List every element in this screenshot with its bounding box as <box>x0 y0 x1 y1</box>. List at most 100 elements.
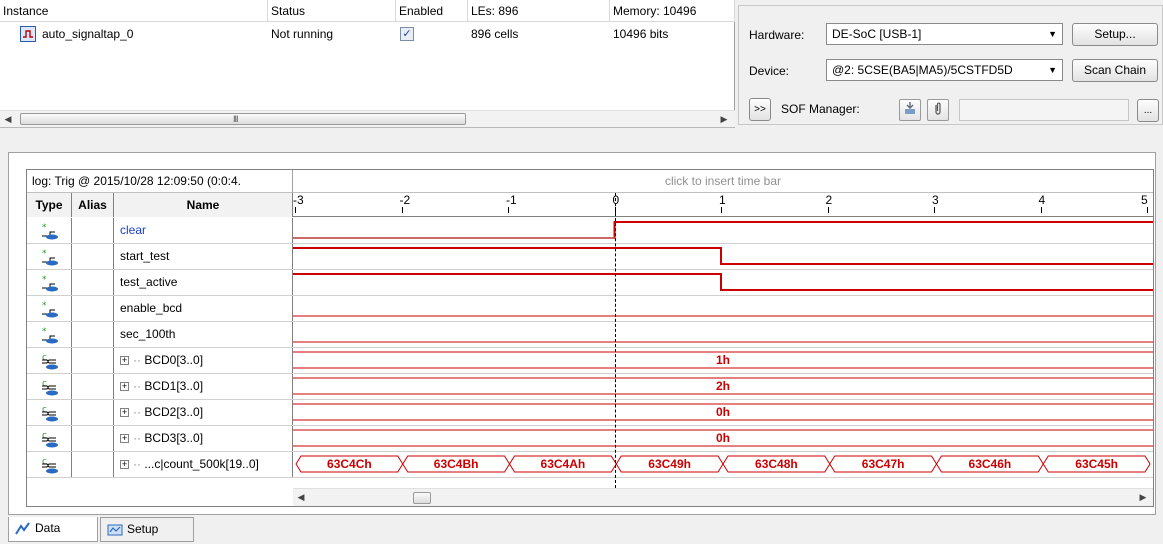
col-memory[interactable]: Memory: 10496 <box>610 0 735 22</box>
alias-cell[interactable] <box>72 348 114 373</box>
signal-name-text: BCD2[3..0] <box>144 405 204 419</box>
scroll-right-icon[interactable]: ▶ <box>1135 489 1151 506</box>
signal-row[interactable]: * enable_bcd <box>27 296 1153 322</box>
waveform-track[interactable]: 2h <box>293 374 1153 399</box>
log-label[interactable]: log: Trig @ 2015/10/28 12:09:50 (0:0:4. <box>27 170 293 193</box>
alias-cell[interactable] <box>72 322 114 347</box>
instance-table-header: Instance Status Enabled LEs: 896 Memory:… <box>0 0 735 22</box>
waveform-track[interactable]: 63C4Ch 63C4Bh 63C4Ah 63C49h 63C48h 63C47h 63C4… <box>293 452 1153 477</box>
signal-name[interactable]: + ·· BCD2[3..0] <box>114 400 293 425</box>
signal-name[interactable]: + ·· ...c|count_500k[19..0] <box>114 452 293 477</box>
col-enabled[interactable]: Enabled <box>396 0 468 22</box>
tab-setup[interactable]: Setup <box>100 517 194 542</box>
col-instance[interactable]: Instance <box>0 0 268 22</box>
tree-connector: ·· <box>133 379 145 393</box>
waveform-track[interactable] <box>293 270 1153 295</box>
expand-plus-icon[interactable]: + <box>120 460 129 470</box>
instance-name[interactable]: auto_signaltap_0 <box>42 24 133 44</box>
waveform-hscrollbar[interactable]: ◀ ▶ <box>293 488 1153 506</box>
alias-cell[interactable] <box>72 374 114 399</box>
instance-hscrollbar[interactable]: ◀ III ▶ <box>0 110 735 127</box>
signal-name[interactable]: + ·· BCD3[3..0] <box>114 426 293 451</box>
attach-sof-icon[interactable] <box>927 99 949 121</box>
instance-les: 896 cells <box>471 27 519 41</box>
signal-name-text: BCD1[3..0] <box>144 379 204 393</box>
expand-plus-icon[interactable]: + <box>120 382 129 392</box>
alias-cell[interactable] <box>72 426 114 451</box>
input-node-icon: * <box>40 248 60 266</box>
signal-row[interactable]: c + ·· BCD1[3..0] 2h <box>27 374 1153 400</box>
waveform-track[interactable] <box>293 244 1153 269</box>
waveform-track[interactable]: 0h <box>293 426 1153 451</box>
signal-name-text: sec_100th <box>120 327 176 341</box>
waveform-track[interactable] <box>293 218 1153 243</box>
alias-cell[interactable] <box>72 244 114 269</box>
col-type[interactable]: Type <box>27 193 72 217</box>
enabled-checkbox[interactable]: ✓ <box>400 27 414 41</box>
setup-button[interactable]: Setup... <box>1072 23 1158 46</box>
scan-chain-button[interactable]: Scan Chain <box>1072 59 1158 82</box>
col-status[interactable]: Status <box>268 0 396 22</box>
signal-name[interactable]: clear <box>114 218 293 243</box>
scroll-thumb[interactable]: III <box>20 113 466 125</box>
col-les[interactable]: LEs: 896 <box>468 0 610 22</box>
bus-node-icon: c <box>40 352 60 370</box>
signal-name[interactable]: + ·· BCD1[3..0] <box>114 374 293 399</box>
signal-name[interactable]: sec_100th <box>114 322 293 347</box>
ruler-tick: -3 <box>293 193 304 213</box>
bus-value-label: 63C4Ch <box>327 457 372 471</box>
jtag-chain-panel: Hardware: DE-SoC [USB-1] ▼ Setup... Devi… <box>738 5 1163 125</box>
signal-name[interactable]: + ·· BCD0[3..0] <box>114 348 293 373</box>
time-bar-insert-hint[interactable]: click to insert time bar <box>293 170 1153 193</box>
scroll-left-icon[interactable]: ◀ <box>0 111 16 127</box>
signal-row[interactable]: c + ·· BCD3[3..0] 0h <box>27 426 1153 452</box>
waveform-svg <box>293 315 1153 317</box>
expand-plus-icon[interactable]: + <box>120 434 129 444</box>
signal-row[interactable]: c + ·· BCD0[3..0] 1h <box>27 348 1153 374</box>
alias-cell[interactable] <box>72 452 114 477</box>
col-name[interactable]: Name <box>114 193 293 217</box>
time-ruler[interactable]: -3 -2 -1 0 1 2 3 4 5 <box>293 193 1153 217</box>
waveform-svg: 1h <box>293 351 1153 369</box>
signaltap-data-panel: log: Trig @ 2015/10/28 12:09:50 (0:0:4. … <box>8 152 1156 515</box>
waveform-track[interactable]: 0h <box>293 400 1153 425</box>
expand-button[interactable]: >> <box>749 98 771 121</box>
program-device-icon[interactable] <box>899 99 921 121</box>
type-cell: c <box>27 400 72 425</box>
waveform-track[interactable]: 1h <box>293 348 1153 373</box>
signal-row[interactable]: * clear <box>27 218 1153 244</box>
signal-row[interactable]: c + ·· ...c|count_500k[19..0] 63C4Ch 63C4Bh 6… <box>27 452 1153 478</box>
alias-cell[interactable] <box>72 218 114 243</box>
waveform-track[interactable] <box>293 296 1153 321</box>
expand-plus-icon[interactable]: + <box>120 356 129 366</box>
alias-cell[interactable] <box>72 270 114 295</box>
signal-name-text: start_test <box>120 249 170 263</box>
sof-manager-label: SOF Manager: <box>781 102 860 116</box>
instance-memory: 10496 bits <box>613 27 669 41</box>
sof-path-field[interactable] <box>959 99 1129 121</box>
scroll-thumb[interactable] <box>413 492 431 504</box>
signal-row[interactable]: * start_test <box>27 244 1153 270</box>
browse-button[interactable]: ... <box>1137 99 1159 122</box>
alias-cell[interactable] <box>72 400 114 425</box>
hardware-label: Hardware: <box>749 28 805 42</box>
waveform-track[interactable] <box>293 322 1153 347</box>
signal-row[interactable]: * sec_100th <box>27 322 1153 348</box>
svg-text:c: c <box>42 379 47 389</box>
alias-cell[interactable] <box>72 296 114 321</box>
bus-node-icon: c <box>40 456 60 474</box>
scroll-left-icon[interactable]: ◀ <box>293 489 309 506</box>
signal-row[interactable]: c + ·· BCD2[3..0] 0h <box>27 400 1153 426</box>
device-select[interactable]: @2: 5CSE(BA5|MA5)/5CSTFD5D ▼ <box>826 59 1063 81</box>
signal-name[interactable]: enable_bcd <box>114 296 293 321</box>
col-alias[interactable]: Alias <box>72 193 114 217</box>
signal-name[interactable]: test_active <box>114 270 293 295</box>
expand-plus-icon[interactable]: + <box>120 408 129 418</box>
scroll-right-icon[interactable]: ▶ <box>716 111 732 127</box>
signal-name[interactable]: start_test <box>114 244 293 269</box>
signal-name-text: test_active <box>120 275 178 289</box>
hardware-select[interactable]: DE-SoC [USB-1] ▼ <box>826 23 1063 45</box>
tab-data[interactable]: Data <box>8 517 98 542</box>
signal-row[interactable]: * test_active <box>27 270 1153 296</box>
signal-name-text: BCD3[3..0] <box>144 431 204 445</box>
